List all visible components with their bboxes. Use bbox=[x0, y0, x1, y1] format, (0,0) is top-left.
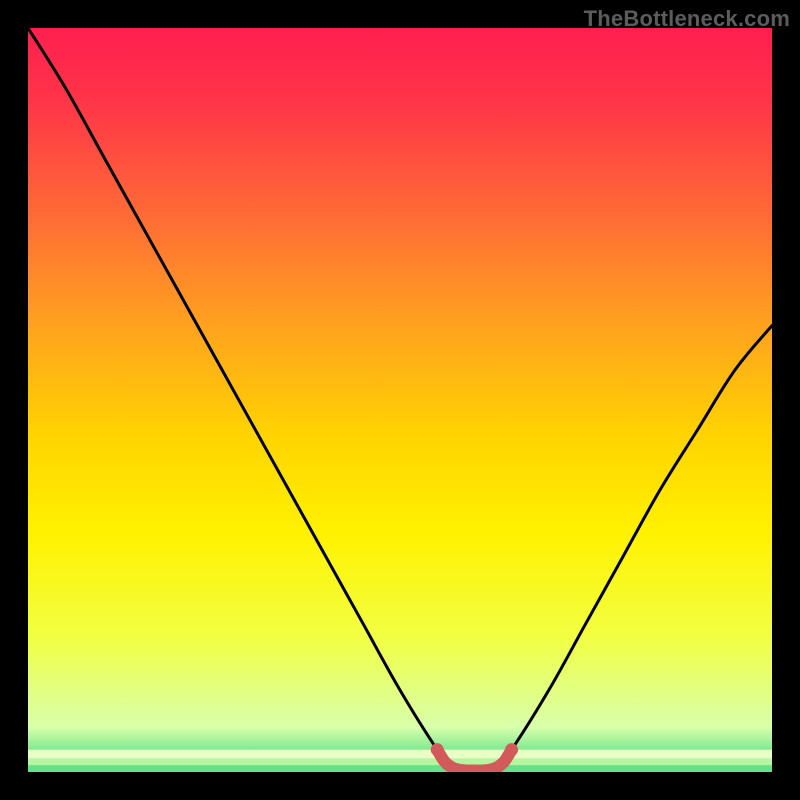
min-band-endpoint bbox=[505, 743, 518, 756]
watermark-text: TheBottleneck.com bbox=[584, 6, 790, 32]
bottom-stripe bbox=[28, 765, 772, 772]
bottom-stripe bbox=[28, 759, 772, 766]
plot-area bbox=[28, 28, 772, 772]
min-band-endpoint bbox=[431, 743, 444, 756]
chart-svg bbox=[28, 28, 772, 772]
bottom-stripe bbox=[28, 750, 772, 759]
gradient-background bbox=[28, 28, 772, 772]
chart-container: TheBottleneck.com bbox=[0, 0, 800, 800]
